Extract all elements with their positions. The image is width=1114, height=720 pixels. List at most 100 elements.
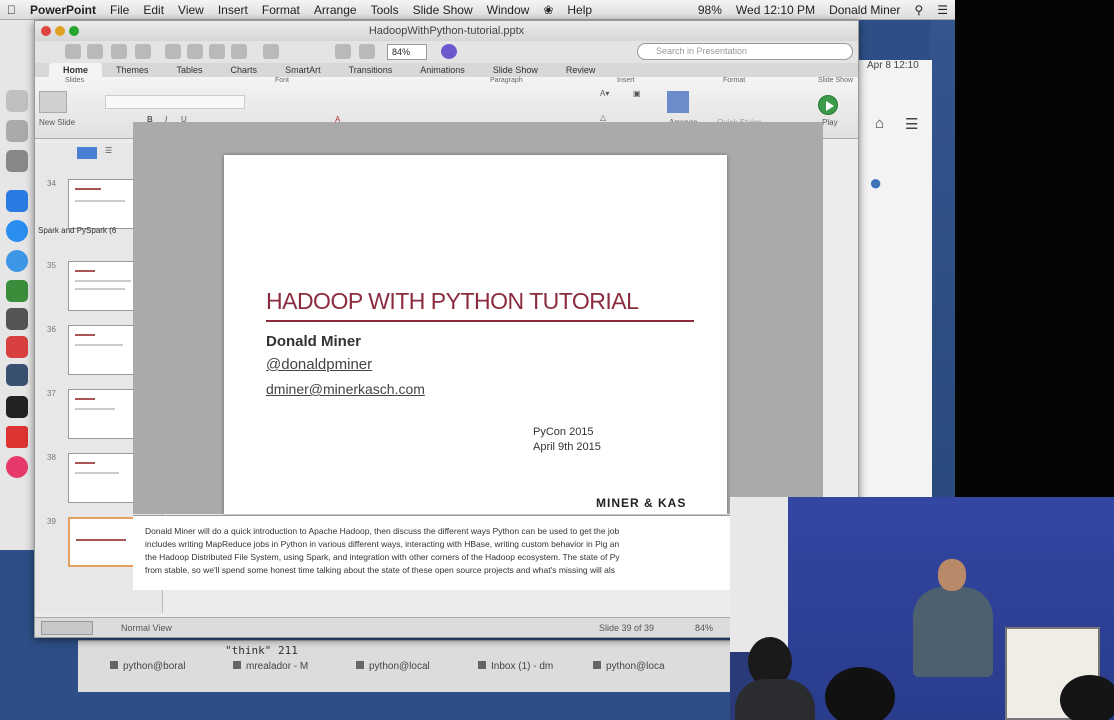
apple-menu-icon[interactable]:  [0,3,23,17]
save-icon[interactable] [111,44,127,59]
tab-animations[interactable]: Animations [406,63,479,77]
search-input[interactable]: Search in Presentation [637,43,853,60]
new-icon[interactable] [65,44,81,59]
slides-view-toggle[interactable] [77,147,97,159]
cut-icon[interactable] [165,44,181,59]
menu-window[interactable]: Window [480,3,537,17]
task-item[interactable]: Inbox (1) - dm [478,661,553,676]
presenter-name[interactable]: Donald Miner [266,333,361,350]
background-browser-window[interactable]: Apr 8 12:10 ⌂ ☰ ● [856,60,932,497]
battery-status[interactable]: 98% [691,3,729,17]
slide-thumbnail[interactable] [68,389,138,439]
thumb-line [75,288,125,290]
clock[interactable]: Wed 12:10 PM [729,3,822,17]
presenter-email[interactable]: dminer@minerkasch.com [266,381,425,397]
conference-name[interactable]: PyCon 2015 [533,426,594,438]
messages-icon[interactable] [6,250,28,272]
notes-line: includes writing MapReduce jobs in Pytho… [145,539,620,549]
view-buttons[interactable] [41,621,93,635]
menu-view[interactable]: View [171,3,211,17]
gallery-icon[interactable] [359,44,375,59]
task-item[interactable]: python@local [356,661,430,676]
menu-tools[interactable]: Tools [364,3,406,17]
window-titlebar[interactable]: HadoopWithPython-tutorial.pptx [35,21,858,41]
spotlight-icon[interactable]: ⚲ [907,3,930,17]
outline-view-toggle[interactable]: ☰ [105,146,112,155]
app-icon[interactable] [6,336,28,358]
slide-thumbnail-selected[interactable] [68,517,138,567]
section-header[interactable]: Spark and PySpark (6 [38,226,116,235]
slide-title[interactable]: HADOOP WITH PYTHON TUTORIAL [266,288,694,322]
tab-themes[interactable]: Themes [102,63,163,77]
twitter-handle[interactable]: @donaldpminer [266,356,372,373]
zoom-select[interactable]: 84% [387,44,427,60]
sidebar-icon[interactable] [335,44,351,59]
tab-slide-show[interactable]: Slide Show [479,63,552,77]
copy-icon[interactable] [187,44,203,59]
minimize-window-button[interactable] [55,26,65,36]
undo-icon[interactable] [263,44,279,59]
tab-review[interactable]: Review [552,63,610,77]
menu-arrange[interactable]: Arrange [307,3,364,17]
task-item[interactable]: python@loca [593,661,665,676]
close-window-button[interactable] [41,26,51,36]
tab-smartart[interactable]: SmartArt [271,63,335,77]
speaker-notes-pane[interactable]: Donald Miner will do a quick introductio… [133,515,833,590]
thumb-line [75,334,95,336]
task-item[interactable]: mrealador - M [233,661,308,676]
templates-icon[interactable] [87,44,103,59]
task-item[interactable]: python@boral [110,661,185,676]
thumb-line [75,200,125,202]
app-icon[interactable] [6,150,28,172]
menu-app-powerpoint[interactable]: PowerPoint [23,3,103,17]
text-box-icon[interactable]: A▾ [600,89,609,98]
menu-format[interactable]: Format [255,3,307,17]
virtualbox-icon[interactable] [6,364,28,386]
menu-file[interactable]: File [103,3,136,17]
terminal-icon[interactable] [6,396,28,418]
group-insert-label: Insert [617,77,635,84]
slide-canvas[interactable]: HADOOP WITH PYTHON TUTORIAL Donald Miner… [224,155,727,514]
print-icon[interactable] [135,44,151,59]
notification-icon[interactable]: ☰ [930,3,955,17]
menu-edit[interactable]: Edit [136,3,171,17]
system-preferences-icon[interactable] [6,120,28,142]
itunes-icon[interactable] [6,456,28,478]
tab-transitions[interactable]: Transitions [335,63,407,77]
user-menu[interactable]: Donald Miner [822,3,907,17]
tab-home[interactable]: Home [49,63,103,77]
home-icon[interactable]: ⌂ [875,115,884,132]
new-slide-button[interactable]: New Slide [39,118,75,127]
slide-thumbnail[interactable] [68,325,138,375]
shape-icon[interactable]: △ [600,113,606,122]
app-store-icon[interactable] [6,190,28,212]
tab-charts[interactable]: Charts [217,63,272,77]
standard-toolbar: 84% Search in Presentation [35,41,858,63]
slide-thumbnail[interactable] [68,453,138,503]
script-menu-icon[interactable]: ❀ [536,3,560,17]
menu-insert[interactable]: Insert [211,3,255,17]
pandora-icon[interactable] [6,426,28,448]
zoom-window-button[interactable] [69,26,79,36]
evernote-icon[interactable] [6,280,28,302]
presentation-date[interactable]: April 9th 2015 [533,441,601,453]
slide-thumbnail[interactable] [68,179,138,229]
photos-icon[interactable] [6,308,28,330]
safari-icon[interactable] [6,220,28,242]
play-icon[interactable] [818,95,838,115]
slide-thumbnail[interactable] [68,261,138,311]
arrange-icon[interactable] [667,91,689,113]
play-button[interactable]: Play [822,118,838,127]
menu-help[interactable]: Help [560,3,599,17]
tab-tables[interactable]: Tables [163,63,217,77]
help-icon[interactable] [441,44,457,59]
finder-icon[interactable] [6,90,28,112]
menu-icon[interactable]: ☰ [905,115,918,133]
status-zoom[interactable]: 84% [695,618,713,638]
new-slide-icon[interactable] [39,91,67,113]
font-name-select[interactable] [105,95,245,109]
menu-slide-show[interactable]: Slide Show [406,3,480,17]
format-painter-icon[interactable] [231,44,247,59]
picture-icon[interactable]: ▣ [633,89,641,98]
paste-icon[interactable] [209,44,225,59]
